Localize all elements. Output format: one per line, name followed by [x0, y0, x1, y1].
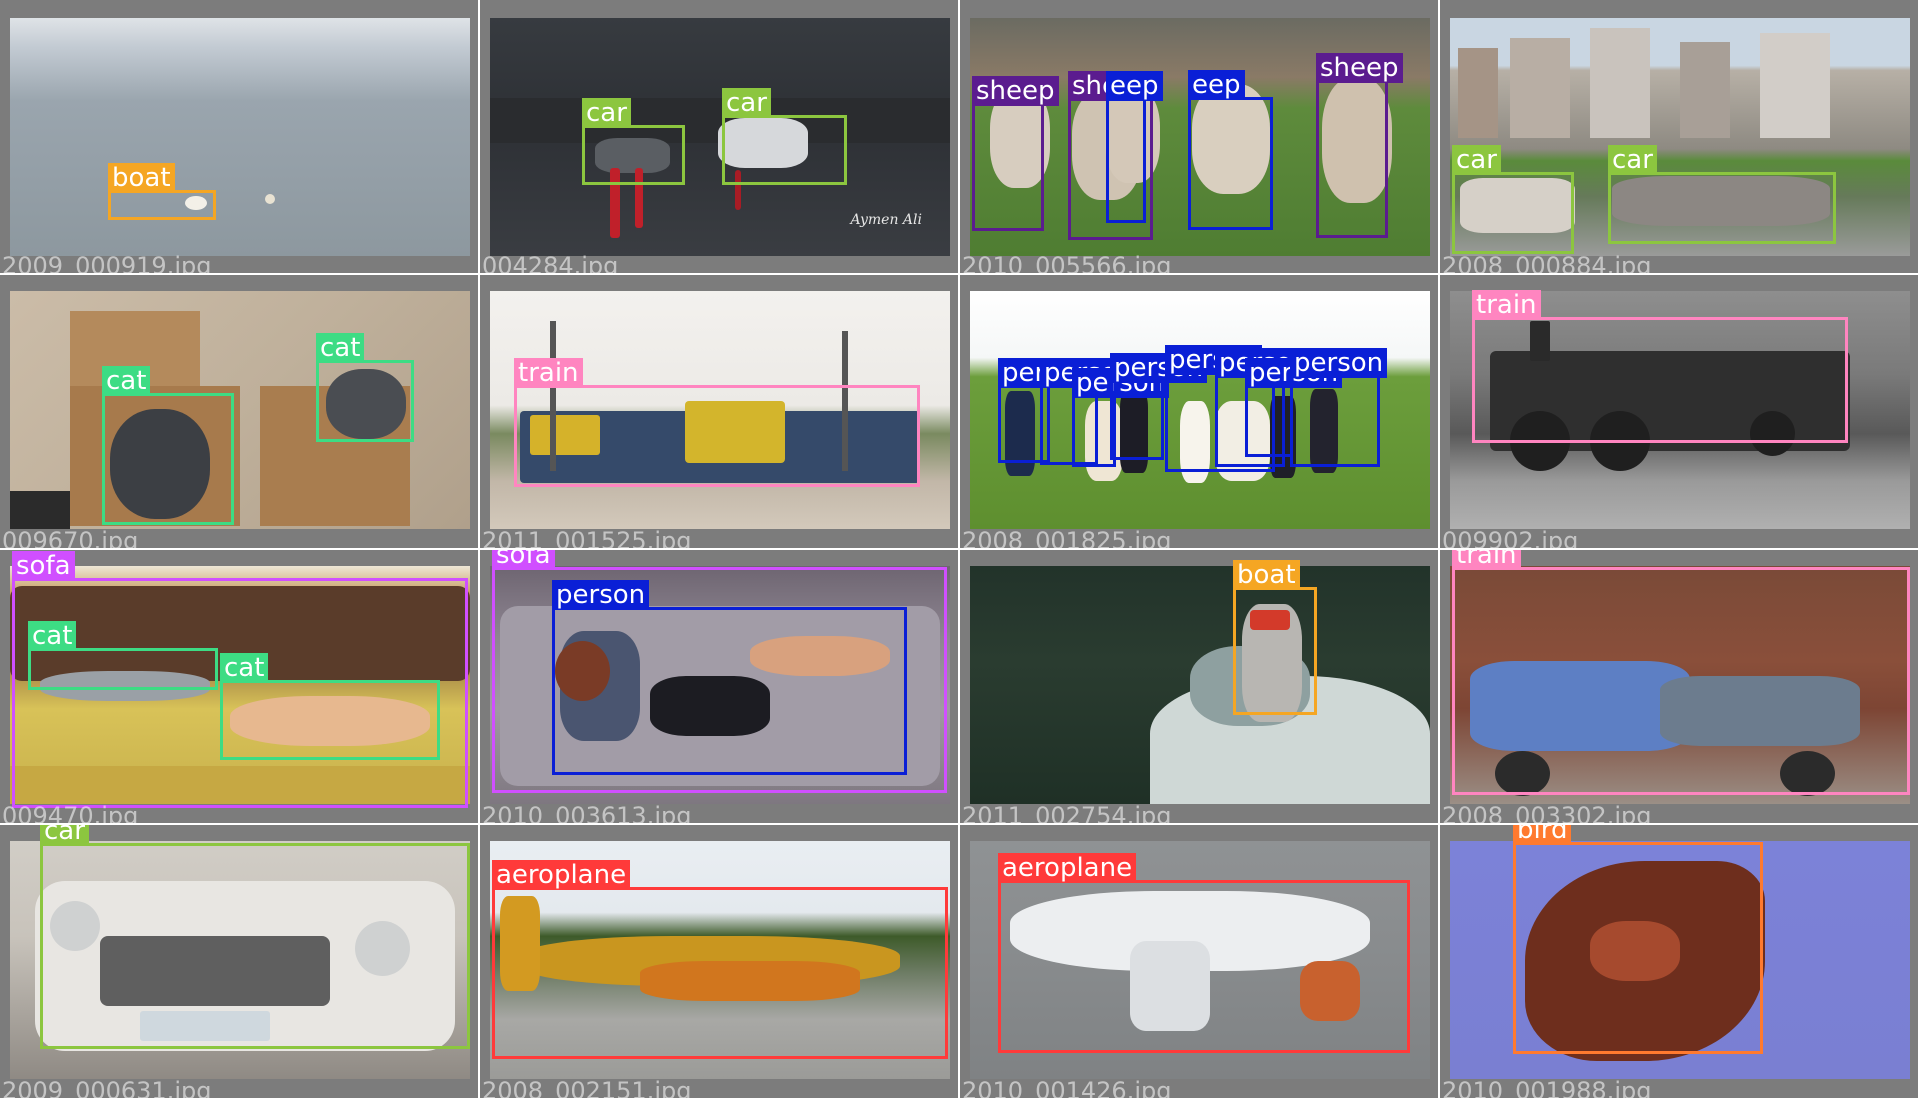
bbox-eep: eep [1188, 70, 1273, 230]
bbox-sheep: sheep [972, 76, 1059, 231]
bbox-car: car [582, 98, 685, 185]
bbox-label: car [40, 825, 89, 846]
result-tile: train 2011_001525.jpg [480, 275, 960, 550]
bbox-aeroplane: aeroplane [998, 853, 1410, 1053]
bbox-label: train [514, 358, 583, 388]
scene-shape [1680, 42, 1730, 138]
bbox-person: person [1290, 348, 1388, 467]
bbox-person: person [1110, 353, 1208, 460]
image-filename: 009470.jpg [2, 802, 139, 825]
bbox-label: eep [1106, 71, 1163, 101]
scene-image: Aymen Ali [490, 18, 950, 256]
result-tile: personpersonpersonpersonpersonpersonpers… [960, 275, 1440, 550]
image-filename: 2009_000631.jpg [2, 1077, 212, 1100]
image-filename: 2011_002754.jpg [962, 802, 1172, 825]
scene-shape [1760, 33, 1830, 138]
bbox-label: car [1452, 145, 1501, 175]
bbox-car: car [1452, 145, 1574, 254]
bbox-car: car [722, 88, 847, 185]
scene-shape [10, 491, 70, 529]
image-filename: 009670.jpg [2, 527, 139, 550]
image-filename: 2008_002151.jpg [482, 1077, 692, 1100]
image-filename: 2008_000884.jpg [1442, 252, 1652, 275]
scene-shape [1590, 28, 1650, 138]
bbox-person: person [552, 580, 907, 775]
scene-image [10, 18, 470, 256]
result-tile: sofa person 2010_003613.jpg [480, 550, 960, 825]
bbox-boat: boat [1233, 560, 1317, 715]
result-tile: train 2008_003302.jpg [1440, 550, 1920, 825]
result-tile: boat 2009_000919.jpg [0, 0, 480, 275]
bbox-car: car [40, 825, 470, 1049]
bbox-label: train [1472, 290, 1541, 320]
image-filename: 2010_005566.jpg [962, 252, 1172, 275]
bbox-label: aeroplane [492, 860, 631, 890]
image-filename: 004284.jpg [482, 252, 619, 275]
bbox-sheep: sheep [1316, 53, 1403, 238]
image-filename: 2010_003613.jpg [482, 802, 692, 825]
result-tile: sofa cat cat 009470.jpg [0, 550, 480, 825]
result-tile: boat 2011_002754.jpg [960, 550, 1440, 825]
bbox-label: person [1290, 348, 1388, 378]
result-tile: train 009902.jpg [1440, 275, 1920, 550]
image-filename: 2011_001525.jpg [482, 527, 692, 550]
image-filename: 2010_001988.jpg [1442, 1077, 1652, 1100]
bbox-label: sofa [492, 550, 555, 570]
bbox-label: eep [1188, 70, 1245, 100]
bbox-train: train [1452, 550, 1910, 795]
bbox-label: car [722, 88, 771, 118]
bbox-label: train [1452, 550, 1521, 570]
scene-shape [1510, 38, 1570, 138]
bbox-label: aeroplane [998, 853, 1137, 883]
bbox-label: boat [108, 163, 175, 193]
bbox-bird: bird [1513, 825, 1763, 1054]
watermark: Aymen Ali [850, 212, 922, 228]
scene-shape [1458, 48, 1498, 138]
image-filename: 2009_000919.jpg [2, 252, 212, 275]
detection-results-grid: boat 2009_000919.jpg Aymen Ali car car 004284… [0, 0, 1920, 1100]
image-filename: 2008_001825.jpg [962, 527, 1172, 550]
bbox-cat: cat [28, 621, 218, 690]
result-tile: aeroplane 2008_002151.jpg [480, 825, 960, 1100]
scene-image [970, 566, 1430, 804]
bbox-boat: boat [108, 163, 216, 220]
bbox-label: person [552, 580, 650, 610]
bbox-label: car [582, 98, 631, 128]
bbox-label: sofa [12, 551, 75, 581]
bbox-cat: cat [102, 366, 234, 525]
bbox-cat: cat [316, 333, 414, 442]
bbox-label: car [1608, 145, 1657, 175]
image-filename: 2010_001426.jpg [962, 1077, 1172, 1100]
bbox-label: cat [316, 333, 365, 363]
result-tile: aeroplane 2010_001426.jpg [960, 825, 1440, 1100]
bbox-aeroplane: aeroplane [492, 860, 948, 1059]
bbox-label: boat [1233, 560, 1300, 590]
image-filename: 2008_003302.jpg [1442, 802, 1652, 825]
result-tile: bird 2010_001988.jpg [1440, 825, 1920, 1100]
result-tile: car 2009_000631.jpg [0, 825, 480, 1100]
bbox-label: cat [28, 621, 77, 651]
result-tile: sheepsheepeepeepsheep2010_005566.jpg [960, 0, 1440, 275]
result-tile: cat cat 009670.jpg [0, 275, 480, 550]
image-filename: 009902.jpg [1442, 527, 1579, 550]
bbox-label: cat [102, 366, 151, 396]
bbox-train: train [1472, 290, 1848, 443]
scene-shape [265, 194, 275, 204]
bbox-label: cat [220, 653, 269, 683]
result-tile: car car 2008_000884.jpg [1440, 0, 1920, 275]
bbox-cat: cat [220, 653, 440, 760]
bbox-car: car [1608, 145, 1836, 244]
bbox-person: person [1245, 358, 1343, 457]
bbox-train: train [514, 358, 920, 487]
bbox-label: sheep [972, 76, 1059, 106]
bbox-label: bird [1513, 825, 1572, 845]
result-tile: Aymen Ali car car 004284.jpg [480, 0, 960, 275]
bbox-label: sheep [1316, 53, 1403, 83]
bbox-eep: eep [1106, 71, 1163, 223]
